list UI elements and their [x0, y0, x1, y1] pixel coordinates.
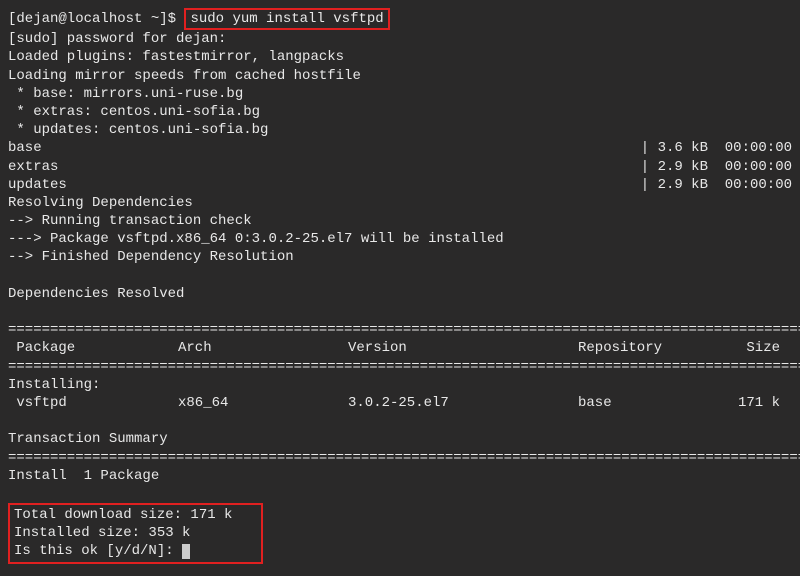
pkg-name: vsftpd — [8, 394, 178, 412]
finished-dep-line: --> Finished Dependency Resolution — [8, 248, 792, 266]
trans-check-line: --> Running transaction check — [8, 212, 792, 230]
header-repo: Repository — [578, 339, 738, 357]
table-header: PackageArchVersionRepository Size — [8, 339, 792, 357]
resolving-deps-line: Resolving Dependencies — [8, 194, 792, 212]
pkg-version: 3.0.2-25.el7 — [348, 394, 578, 412]
loading-mirrors-line: Loading mirror speeds from cached hostfi… — [8, 67, 792, 85]
cursor-icon — [182, 544, 190, 559]
table-row: vsftpdx86_643.0.2-25.el7base171 k — [8, 394, 792, 412]
command-highlight: sudo yum install vsftpd — [184, 8, 389, 30]
repo-base-name: base — [8, 139, 42, 157]
plugins-line: Loaded plugins: fastestmirror, langpacks — [8, 48, 792, 66]
repo-extras-line: extras | 2.9 kB 00:00:00 — [8, 158, 792, 176]
blank-line-3 — [8, 412, 792, 430]
repo-extras-info: | 2.9 kB 00:00:00 — [641, 158, 792, 176]
pkg-size: 171 k — [738, 394, 780, 412]
terminal-output: [dejan@localhost ~]$ sudo yum install vs… — [0, 0, 800, 572]
installing-label: Installing: — [8, 376, 792, 394]
mirror-updates-line: * updates: centos.uni-sofia.bg — [8, 121, 792, 139]
blank-line-1 — [8, 267, 792, 285]
repo-base-info: | 3.6 kB 00:00:00 — [641, 139, 792, 157]
sudo-password-line: [sudo] password for dejan: — [8, 30, 792, 48]
repo-extras-name: extras — [8, 158, 58, 176]
pkg-repo: base — [578, 394, 738, 412]
confirm-text: Is this ok [y/d/N]: — [14, 543, 182, 559]
repo-updates-info: | 2.9 kB 00:00:00 — [641, 176, 792, 194]
header-package: Package — [8, 339, 178, 357]
divider-mid: ========================================… — [8, 358, 792, 376]
mirror-extras-line: * extras: centos.uni-sofia.bg — [8, 103, 792, 121]
divider-top: ========================================… — [8, 321, 792, 339]
download-size-line: Total download size: 171 k — [14, 506, 257, 524]
blank-line-4 — [8, 485, 792, 503]
install-count-line: Install 1 Package — [8, 467, 792, 485]
blank-line-2 — [8, 303, 792, 321]
mirror-base-line: * base: mirrors.uni-ruse.bg — [8, 85, 792, 103]
deps-resolved-line: Dependencies Resolved — [8, 285, 792, 303]
trans-summary-line: Transaction Summary — [8, 430, 792, 448]
divider-bottom: ========================================… — [8, 449, 792, 467]
confirm-line[interactable]: Is this ok [y/d/N]: — [14, 542, 257, 560]
installed-size-line: Installed size: 353 k — [14, 524, 257, 542]
header-version: Version — [348, 339, 578, 357]
summary-highlight: Total download size: 171 k Installed siz… — [8, 503, 263, 564]
repo-base-line: base | 3.6 kB 00:00:00 — [8, 139, 792, 157]
prompt-line: [dejan@localhost ~]$ sudo yum install vs… — [8, 8, 792, 30]
pkg-install-line: ---> Package vsftpd.x86_64 0:3.0.2-25.el… — [8, 230, 792, 248]
repo-updates-name: updates — [8, 176, 67, 194]
pkg-arch: x86_64 — [178, 394, 348, 412]
command-text: sudo yum install vsftpd — [190, 11, 383, 27]
prompt-user-host: [dejan@localhost ~]$ — [8, 11, 184, 27]
header-arch: Arch — [178, 339, 348, 357]
header-size: Size — [738, 339, 780, 357]
repo-updates-line: updates | 2.9 kB 00:00:00 — [8, 176, 792, 194]
